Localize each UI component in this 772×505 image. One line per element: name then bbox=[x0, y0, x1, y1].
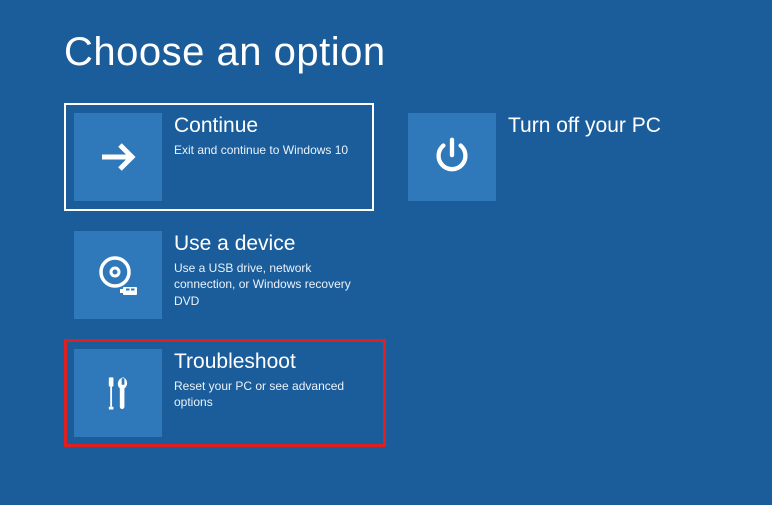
continue-desc: Exit and continue to Windows 10 bbox=[174, 142, 348, 158]
troubleshoot-desc: Reset your PC or see advanced options bbox=[174, 378, 376, 410]
arrow-right-icon bbox=[74, 113, 162, 201]
disc-usb-icon bbox=[74, 231, 162, 319]
turnoff-title: Turn off your PC bbox=[508, 113, 661, 138]
use-device-desc: Use a USB drive, network connection, or … bbox=[174, 260, 376, 309]
use-device-tile[interactable]: Use a device Use a USB drive, network co… bbox=[64, 221, 386, 329]
power-icon bbox=[408, 113, 496, 201]
continue-title: Continue bbox=[174, 113, 348, 138]
troubleshoot-tile[interactable]: Troubleshoot Reset your PC or see advanc… bbox=[64, 339, 386, 447]
continue-tile[interactable]: Continue Exit and continue to Windows 10 bbox=[64, 103, 374, 211]
page-title: Choose an option bbox=[64, 30, 708, 75]
use-device-title: Use a device bbox=[174, 231, 376, 256]
turnoff-tile[interactable]: Turn off your PC bbox=[398, 103, 708, 211]
troubleshoot-title: Troubleshoot bbox=[174, 349, 376, 374]
tools-icon bbox=[74, 349, 162, 437]
